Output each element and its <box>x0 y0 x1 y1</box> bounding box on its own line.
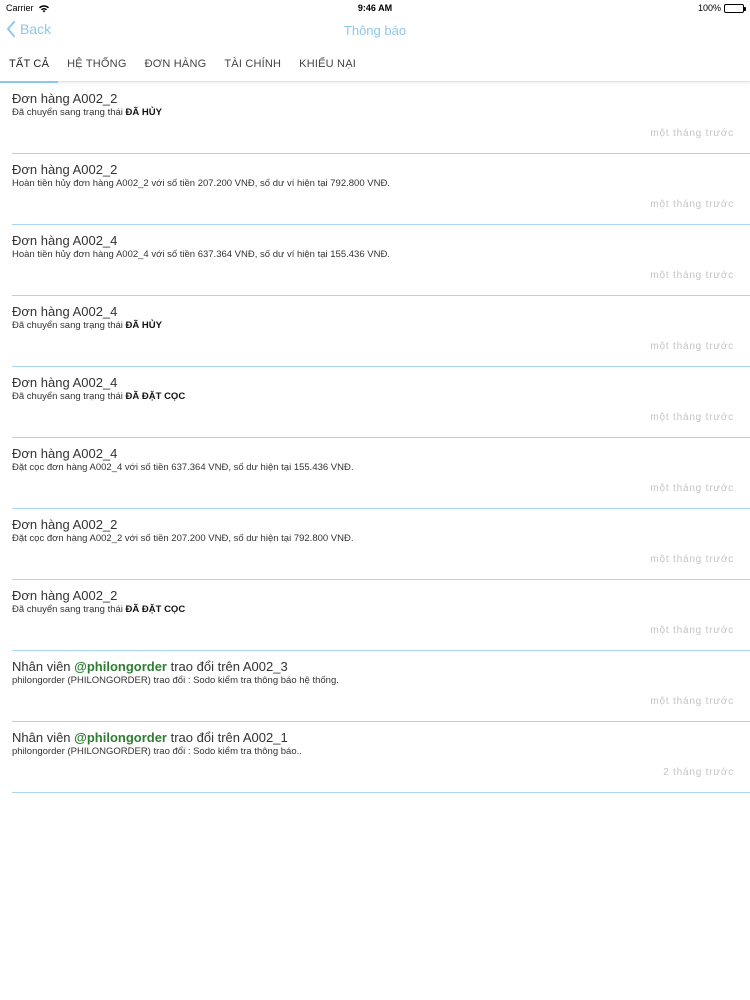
notification-item[interactable]: Đơn hàng A002_2 Đã chuyển sang trạng thá… <box>12 83 750 154</box>
notification-item[interactable]: Đơn hàng A002_4 Đã chuyển sang trạng thá… <box>12 367 750 438</box>
notification-title: Đơn hàng A002_2 <box>12 588 118 603</box>
notification-item[interactable]: Đơn hàng A002_4 Đã chuyển sang trạng thá… <box>12 296 750 367</box>
notification-list: Đơn hàng A002_2 Đã chuyển sang trạng thá… <box>12 83 750 793</box>
tab-orders[interactable]: ĐƠN HÀNG <box>136 46 216 82</box>
notification-item[interactable]: Nhân viên @philongorder trao đổi trên A0… <box>12 722 750 793</box>
notification-title: Đơn hàng A002_4 <box>12 446 118 461</box>
notification-time: một tháng trước <box>650 554 734 565</box>
notification-body: Đã chuyển sang trạng thái ĐÃ HỦY <box>12 320 162 331</box>
tab-system[interactable]: HỆ THỐNG <box>58 46 135 82</box>
notification-body: philongorder (PHILONGORDER) trao đổi : S… <box>12 746 302 757</box>
notification-title: Đơn hàng A002_2 <box>12 517 118 532</box>
notification-item[interactable]: Đơn hàng A002_2 Đã chuyển sang trạng thá… <box>12 580 750 651</box>
battery-icon <box>724 3 746 13</box>
notification-time: một tháng trước <box>650 270 734 281</box>
notification-item[interactable]: Đơn hàng A002_2 Hoàn tiền hủy đơn hàng A… <box>12 154 750 225</box>
notification-item[interactable]: Nhân viên @philongorder trao đổi trên A0… <box>12 651 750 722</box>
notification-time: một tháng trước <box>650 412 734 423</box>
user-mention[interactable]: @philongorder <box>74 659 167 674</box>
status-value: ĐÃ HỦY <box>125 107 162 118</box>
notification-body: Đã chuyển sang trạng thái ĐÃ ĐẶT CỌC <box>12 604 186 615</box>
status-bar: Carrier 9:46 AM 100% <box>0 0 750 16</box>
notification-body: Đặt cọc đơn hàng A002_4 với số tiền 637.… <box>12 462 354 473</box>
notification-body: Đã chuyển sang trạng thái ĐÃ ĐẶT CỌC <box>12 391 186 402</box>
page-title: Thông báo <box>343 23 407 38</box>
notification-title: Đơn hàng A002_2 <box>12 91 118 106</box>
notification-time: một tháng trước <box>650 696 734 707</box>
notification-title: Đơn hàng A002_4 <box>12 304 118 319</box>
notification-item[interactable]: Đơn hàng A002_2 Đặt cọc đơn hàng A002_2 … <box>12 509 750 580</box>
status-time: 9:46 AM <box>357 3 393 13</box>
notification-title: Nhân viên @philongorder trao đổi trên A0… <box>12 730 288 745</box>
status-battery: 100% <box>697 3 746 13</box>
notification-time: một tháng trước <box>650 625 734 636</box>
notification-body: Hoàn tiền hủy đơn hàng A002_2 với số tiề… <box>12 178 390 189</box>
notification-time: 2 tháng trước <box>663 767 734 778</box>
tab-all[interactable]: TẤT CẢ <box>0 46 59 83</box>
notification-time: một tháng trước <box>650 128 734 139</box>
notification-time: một tháng trước <box>650 341 734 352</box>
battery-percent: 100% <box>697 3 721 13</box>
tab-finance[interactable]: TÀI CHÍNH <box>215 46 290 82</box>
notification-title: Đơn hàng A002_4 <box>12 233 118 248</box>
notification-body: Đã chuyển sang trạng thái ĐÃ HỦY <box>12 107 162 118</box>
notification-item[interactable]: Đơn hàng A002_4 Đặt cọc đơn hàng A002_4 … <box>12 438 750 509</box>
tab-complaints[interactable]: KHIẾU NẠI <box>290 46 365 82</box>
status-value: ĐÃ ĐẶT CỌC <box>125 391 186 402</box>
notification-body: philongorder (PHILONGORDER) trao đổi : S… <box>12 675 339 686</box>
tab-bar: TẤT CẢ HỆ THỐNG ĐƠN HÀNG TÀI CHÍNH KHIẾU… <box>0 46 750 83</box>
notification-title: Nhân viên @philongorder trao đổi trên A0… <box>12 659 288 674</box>
notification-title: Đơn hàng A002_4 <box>12 375 118 390</box>
notification-title: Đơn hàng A002_2 <box>12 162 118 177</box>
status-value: ĐÃ ĐẶT CỌC <box>125 604 186 615</box>
user-mention[interactable]: @philongorder <box>74 730 167 745</box>
status-value: ĐÃ HỦY <box>125 320 162 331</box>
notification-time: một tháng trước <box>650 199 734 210</box>
navigation-bar: Back Thông báo <box>0 16 750 46</box>
notification-time: một tháng trước <box>650 483 734 494</box>
notification-item[interactable]: Đơn hàng A002_4 Hoàn tiền hủy đơn hàng A… <box>12 225 750 296</box>
notification-body: Hoàn tiền hủy đơn hàng A002_4 với số tiề… <box>12 249 390 260</box>
notification-body: Đặt cọc đơn hàng A002_2 với số tiền 207.… <box>12 533 354 544</box>
